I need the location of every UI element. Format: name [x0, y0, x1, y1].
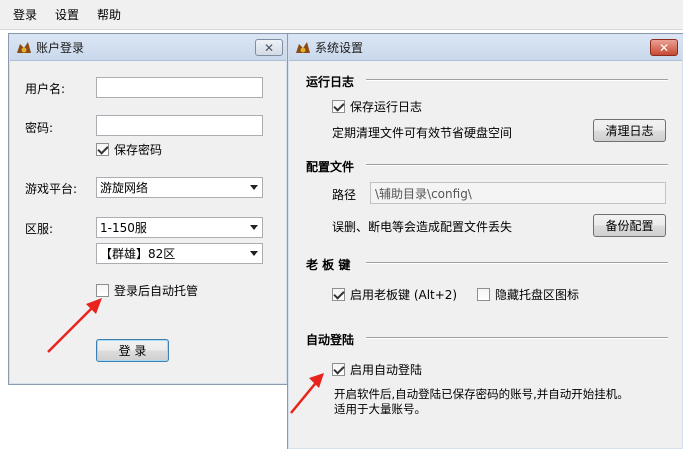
- hide-tray-box[interactable]: [477, 288, 490, 301]
- login-window-title: 账户登录: [36, 41, 85, 55]
- auto-login-section-divider: [366, 337, 668, 339]
- settings-window: 系统设置 ✕ 运行日志 保存运行日志 定期清理文件可有效节省硬盘空间 清理日志 …: [287, 33, 683, 449]
- settings-window-title: 系统设置: [315, 41, 364, 55]
- auto-login-description-line2: 适用于大量账号。: [334, 402, 426, 416]
- auto-host-checkbox[interactable]: 登录后自动托管: [96, 282, 198, 299]
- zone-select[interactable]: 【群雄】82区: [96, 243, 263, 264]
- password-label: 密码:: [25, 121, 54, 135]
- config-section-heading: 配置文件: [306, 160, 355, 174]
- boss-key-section-heading: 老 板 键: [306, 258, 351, 272]
- username-input[interactable]: [97, 78, 262, 97]
- auto-login-box[interactable]: [332, 363, 345, 376]
- zone-value: 【群雄】82区: [100, 247, 176, 261]
- clean-log-description: 定期清理文件可有效节省硬盘空间: [332, 126, 513, 140]
- log-section-heading: 运行日志: [306, 75, 355, 89]
- server-value: 1-150服: [100, 221, 147, 235]
- username-label: 用户名:: [25, 82, 66, 96]
- auto-login-label: 启用自动登陆: [350, 363, 423, 377]
- boss-key-label: 启用老板键 (Alt+2): [350, 288, 458, 302]
- log-section-divider: [366, 79, 668, 81]
- boss-key-section-divider: [366, 262, 668, 264]
- auto-host-label: 登录后自动托管: [114, 284, 199, 298]
- menubar: 登录 设置 帮助: [0, 0, 683, 30]
- login-titlebar[interactable]: 账户登录 ✕: [10, 35, 286, 61]
- username-input-wrap: [96, 77, 263, 98]
- chevron-down-icon: [250, 225, 258, 230]
- save-password-box[interactable]: [96, 143, 109, 156]
- login-window: 账户登录 ✕ 用户名: 密码: 保存密码 游戏平台: 游旋网络 区服: 1-15…: [8, 33, 288, 385]
- server-select[interactable]: 1-150服: [96, 217, 263, 238]
- auto-login-section-heading: 自动登陆: [306, 333, 355, 347]
- platform-value: 游旋网络: [100, 181, 149, 195]
- config-path-label: 路径: [332, 188, 357, 202]
- game-app-icon: [16, 41, 32, 55]
- platform-select[interactable]: 游旋网络: [96, 177, 263, 198]
- auto-login-description-line1: 开启软件后,自动登陆已保存密码的账号,并自动开始挂机。: [334, 387, 629, 401]
- settings-titlebar[interactable]: 系统设置 ✕: [289, 35, 682, 61]
- boss-key-box[interactable]: [332, 288, 345, 301]
- config-section-divider: [366, 164, 668, 166]
- password-input-wrap: [96, 115, 263, 136]
- menu-settings[interactable]: 设置: [46, 0, 88, 30]
- hide-tray-label: 隐藏托盘区图标: [495, 288, 580, 302]
- chevron-down-icon: [250, 185, 258, 190]
- server-label: 区服:: [25, 222, 54, 236]
- menu-help[interactable]: 帮助: [88, 0, 130, 30]
- backup-config-description: 误删、断电等会造成配置文件丢失: [332, 220, 513, 234]
- save-log-checkbox[interactable]: 保存运行日志: [332, 98, 422, 115]
- auto-host-box[interactable]: [96, 284, 109, 297]
- clean-log-button[interactable]: 清理日志: [593, 119, 666, 142]
- save-password-label: 保存密码: [114, 143, 163, 157]
- backup-config-button[interactable]: 备份配置: [593, 214, 666, 237]
- login-close-button[interactable]: ✕: [255, 39, 283, 56]
- auto-login-checkbox[interactable]: 启用自动登陆: [332, 361, 422, 378]
- settings-close-button[interactable]: ✕: [650, 39, 678, 56]
- platform-label: 游戏平台:: [25, 182, 78, 196]
- save-log-label: 保存运行日志: [350, 100, 423, 114]
- chevron-down-icon: [250, 251, 258, 256]
- menu-login[interactable]: 登录: [4, 0, 46, 30]
- hide-tray-checkbox[interactable]: 隐藏托盘区图标: [477, 286, 579, 303]
- login-button[interactable]: 登 录: [96, 339, 169, 362]
- save-log-box[interactable]: [332, 100, 345, 113]
- boss-key-checkbox[interactable]: 启用老板键 (Alt+2): [332, 286, 457, 303]
- config-path-field: \辅助目录\config\: [370, 182, 666, 204]
- password-input[interactable]: [97, 116, 262, 135]
- game-app-icon: [295, 41, 311, 55]
- save-password-checkbox[interactable]: 保存密码: [96, 141, 162, 158]
